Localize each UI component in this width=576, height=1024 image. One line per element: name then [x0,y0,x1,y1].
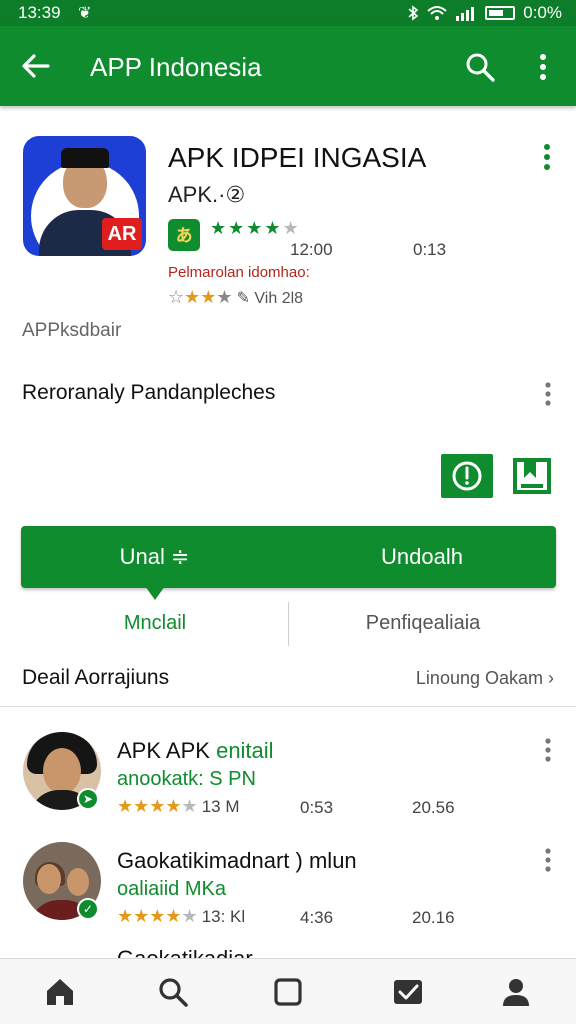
list-item-value: 20.56 [412,798,455,817]
apps-label: APPksdbair [22,320,122,341]
check-box-icon[interactable] [391,975,425,1009]
list-see-more-link[interactable]: Linoung Oakam › [416,668,554,689]
search-nav-icon[interactable] [156,975,190,1009]
list-item[interactable]: ➤ APK APK enitail anookatk: S PN ★★★★★ 13… [0,732,576,842]
list-heading: Deail Aorrajiuns [22,666,170,689]
status-app-icon: ❦ [78,5,92,22]
developer-icon[interactable]: ぁ [168,219,200,251]
list-item-time: 4:36 [300,908,334,927]
list-item-time: 0:53 [300,798,334,817]
app-rating: ★★★★★ [210,218,301,239]
list-item-rating: ★★★★★ 13 M [117,796,240,816]
app-warning-text: Pelmarolan idomhao: [168,264,310,281]
home-icon[interactable] [43,975,77,1009]
status-bar: 13:39 ❦ 0:0% [0,0,576,26]
back-arrow-icon[interactable] [18,48,54,84]
app-bar: APP Indonesia [0,26,576,106]
app-icon[interactable]: AR [23,136,146,256]
app-bar-title: APP Indonesia [90,52,262,82]
battery-text: 0:0% [523,3,562,22]
bottom-nav [0,958,576,1024]
signal-icon [456,7,475,21]
list-item-value: 20.16 [412,908,455,927]
tab-pointer [145,586,165,600]
app-subtitle: APK.·② [168,182,246,207]
list-item-title: APK APK enitail [117,738,274,763]
item-more-icon[interactable] [538,846,558,874]
list-item[interactable]: ✓ Gaokatikimadnart ) mlun oaliaiid MKa ★… [0,842,576,952]
section-more-icon[interactable] [538,380,558,408]
rating-stars-empty: ★ [282,218,301,238]
list-item-subtitle: anookatk: S PN [117,768,256,790]
rating-edit-text[interactable]: ✎ Vih 2l8 [237,290,303,307]
battery-icon [485,6,516,20]
section-title: Reroranaly Pandanpleches [22,381,276,404]
list-item-title: Gaokatikimadnart ) mlun [117,848,357,873]
search-icon[interactable] [463,50,497,84]
tab-details[interactable]: Mnclail [22,612,288,635]
person-icon[interactable] [499,975,533,1009]
status-time: 13:39 [18,3,61,22]
item-more-icon[interactable] [538,736,558,764]
list-item-subtitle: oaliaiid MKa [117,878,226,900]
rating-stars-filled: ★★★★ [210,218,283,238]
user-rating-row: ☆★★★ ✎ Vih 2l8 [168,287,303,308]
app-meta-value: 0:13 [413,240,447,259]
list-item-rating: ★★★★★ 13: Kl [117,906,246,926]
download-button[interactable]: Undoalh [288,526,556,588]
divider [0,706,576,707]
app-more-icon[interactable] [536,142,558,172]
wifi-icon [427,6,447,20]
verified-badge-icon: ➤ [77,788,99,810]
rating-gold-stars: ★★ [184,287,217,307]
verified-badge-icon: ✓ [77,898,99,920]
info-button[interactable] [441,454,493,498]
app-name: APK IDPEI INGASIA [168,142,427,173]
status-right: 0:0% [407,3,562,23]
info-icon [452,461,482,491]
tab-reviews[interactable]: Penfiqealiaia [290,612,556,635]
square-icon[interactable] [271,975,305,1009]
bluetooth-icon [408,5,419,21]
rating-off-star: ★ [216,287,233,307]
bookmark-button[interactable] [512,456,552,496]
tab-divider [288,602,289,646]
install-button[interactable]: Unal ≑ [21,526,288,588]
app-meta-time: 12:00 [290,240,333,259]
more-vert-icon[interactable] [528,50,558,84]
list-item-partial-title: Gaokatikadiar [117,946,253,958]
rating-outline-star: ☆ [168,287,185,307]
app-icon-badge: AR [102,218,142,250]
install-bar: Unal ≑ Undoalh [21,526,556,588]
